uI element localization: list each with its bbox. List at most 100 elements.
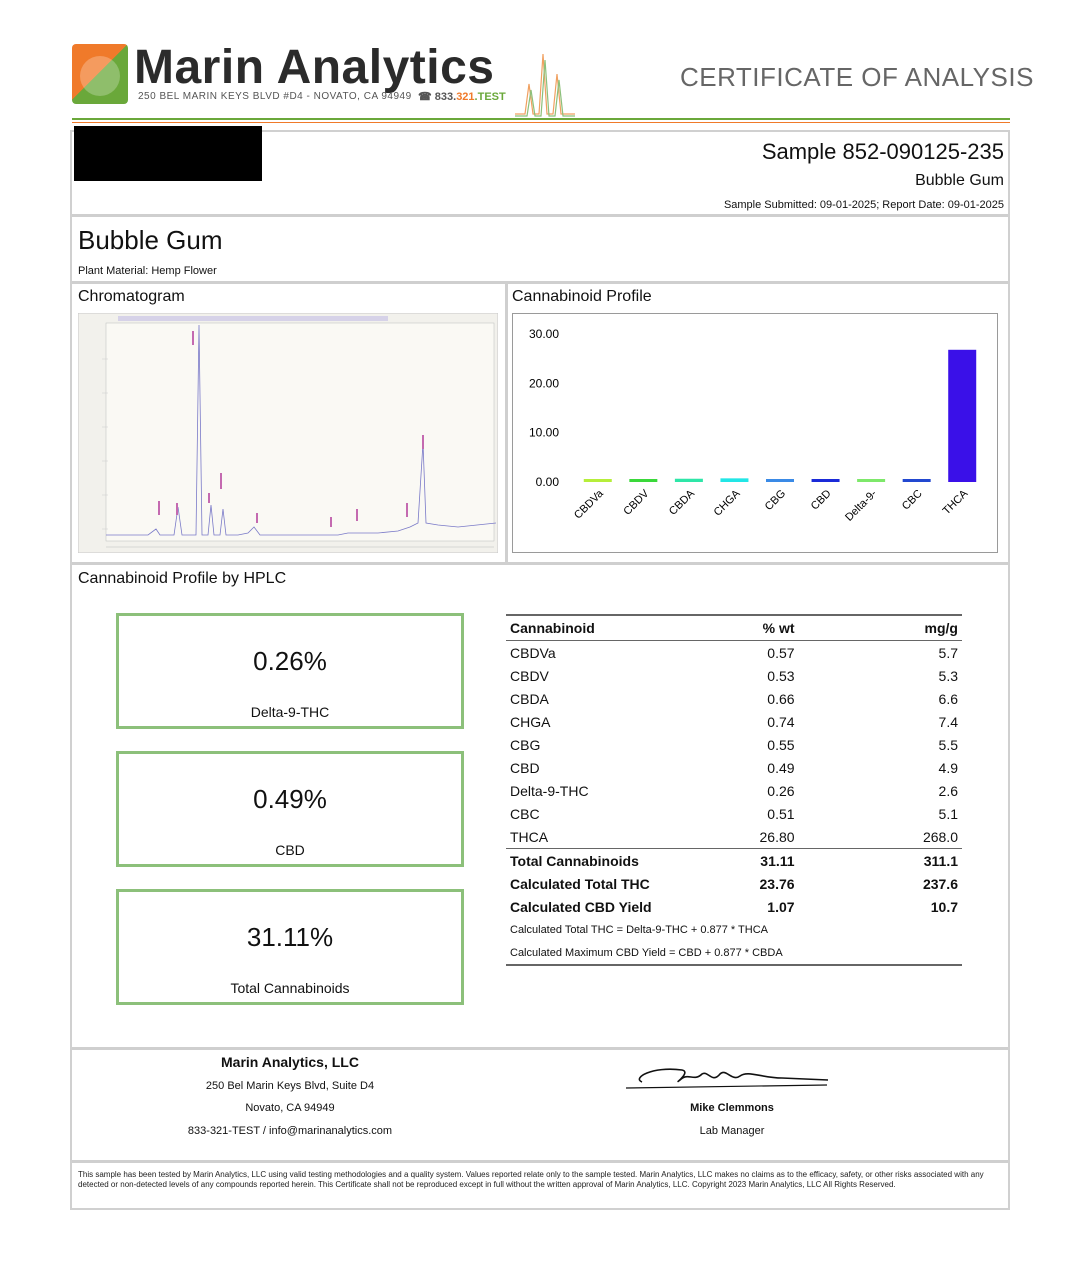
summary-box-delta9: 0.26% Delta-9-THC — [116, 613, 464, 729]
bar-thca — [948, 349, 977, 482]
cell-pct: 0.49 — [767, 759, 795, 776]
cell-mgg: 10.7 — [930, 898, 958, 915]
formula-note: Calculated Total THC = Delta-9-THC + 0.8… — [510, 923, 769, 936]
cell-pct: 0.57 — [767, 644, 795, 661]
table-row: THCA 26.80 268.0 — [506, 825, 962, 849]
hplc-title: Cannabinoid Profile by HPLC — [78, 570, 287, 587]
cell-mgg: 5.7 — [938, 644, 958, 661]
phone-icon: ☎ — [418, 91, 435, 103]
molecule-icon — [80, 56, 120, 96]
summary-value: 0.49% — [253, 784, 327, 814]
signer-title: Lab Manager — [699, 1125, 765, 1137]
divider — [72, 1160, 1008, 1163]
bar-cbc — [902, 479, 931, 482]
col-header-cannabinoid: Cannabinoid — [506, 614, 706, 641]
cell-mgg: 268.0 — [922, 828, 958, 845]
cell-mgg: 7.4 — [938, 713, 958, 730]
brand-name: Marin Analytics — [134, 41, 495, 94]
bar-cbg — [766, 479, 794, 482]
cell-pct: 1.07 — [767, 898, 795, 915]
cell-mgg: 5.3 — [938, 667, 958, 684]
results-table: Cannabinoid % wt mg/g CBDVa 0.57 5.7 CBDV 0… — [506, 614, 962, 966]
cell-name: CBC — [510, 805, 540, 822]
x-tick-label: CBG — [763, 488, 788, 513]
bar-cbdva — [583, 479, 612, 482]
cell-name: CBDV — [510, 667, 549, 684]
cell-mgg: 5.1 — [938, 805, 958, 822]
table-row: Delta-9-THC 0.26 2.6 — [506, 779, 962, 802]
cell-name: CBDVa — [510, 644, 556, 661]
table-row: CBD 0.49 4.9 — [506, 756, 962, 779]
chromatogram-title: Chromatogram — [78, 288, 185, 305]
x-tick-label: CBC — [900, 488, 925, 513]
summary-label: Total Cannabinoids — [230, 980, 350, 996]
table-row: CBG 0.55 5.5 — [506, 733, 962, 756]
divider — [72, 214, 1008, 217]
bar-cbd — [811, 479, 840, 482]
header-address: 250 BEL MARIN KEYS BLVD #D4 - NOVATO, CA… — [138, 91, 412, 102]
formula-note: Calculated Maximum CBD Yield = CBD + 0.8… — [506, 941, 962, 966]
y-tick-label: 30.00 — [529, 327, 559, 341]
x-tick-label: CHGA — [712, 487, 743, 518]
bar-chga — [720, 478, 749, 482]
cell-name: CBD — [510, 759, 540, 776]
signature-image — [625, 1068, 829, 1089]
divider — [72, 562, 1008, 565]
cell-name: CHGA — [510, 713, 551, 730]
summary-value: 31.11% — [246, 922, 334, 952]
peak-logo-graphic — [515, 53, 575, 117]
summary-label: CBD — [275, 842, 305, 858]
sample-id: Sample 852-090125-235 — [761, 139, 1004, 164]
cell-name: Calculated Total THC — [510, 875, 650, 892]
x-tick-label: Delta-9- — [843, 487, 879, 523]
table-row: CHGA 0.74 7.4 — [506, 710, 962, 733]
footer-contact: 833-321-TEST / info@marinanalytics.com — [187, 1125, 393, 1137]
divider — [72, 1047, 1008, 1050]
cell-mgg: 237.6 — [922, 875, 958, 892]
y-tick-label: 0.00 — [536, 475, 560, 489]
x-tick-label: THCA — [941, 487, 971, 517]
cell-pct: 0.74 — [767, 713, 795, 730]
cell-pct: 0.55 — [767, 736, 795, 753]
cell-pct: 31.11 — [705, 848, 905, 872]
table-row: CBDVa 0.57 5.7 — [506, 641, 962, 665]
header-rule-green — [72, 118, 1010, 120]
document-type: CERTIFICATE OF ANALYSIS — [680, 62, 1034, 92]
bar-delta-9 — [857, 479, 886, 482]
cell-pct: 0.51 — [767, 805, 795, 822]
cell-mgg: 4.9 — [938, 759, 958, 776]
cell-name: CBDA — [510, 690, 549, 707]
cell-mgg: 6.6 — [938, 690, 958, 707]
bar-chart-svg: 30.00 20.00 10.00 0.00 CBDVa CBDV CBDA CHGA CBG C… — [529, 327, 977, 524]
table-row: CBC 0.51 5.1 — [506, 802, 962, 825]
cell-mgg: 2.6 — [938, 782, 958, 799]
divider — [505, 281, 508, 563]
bar-cbda — [674, 478, 703, 482]
x-tick-label: CBDVa — [572, 487, 606, 521]
table-header-row: Cannabinoid % wt mg/g — [506, 614, 962, 641]
cell-name: THCA — [510, 828, 549, 845]
cell-pct: 0.53 — [767, 667, 795, 684]
cell-mgg: 5.5 — [938, 736, 958, 753]
header-phone: ☎ 833.321.TEST — [418, 91, 506, 103]
divider — [72, 281, 1008, 284]
header-rule-orange — [72, 122, 1010, 123]
table-row: CBDV 0.53 5.3 — [506, 664, 962, 687]
cell-name: CBG — [510, 736, 541, 753]
summary-box-cbd: 0.49% CBD — [116, 751, 464, 867]
table-row: CBDA 0.66 6.6 — [506, 687, 962, 710]
col-header-pct: % wt — [705, 614, 905, 641]
sample-name: Bubble Gum — [915, 172, 1004, 189]
footer-street: 250 Bel Marin Keys Blvd, Suite D4 — [205, 1080, 375, 1092]
x-tick-label: CBDA — [667, 487, 698, 518]
y-tick-label: 20.00 — [529, 376, 559, 390]
cell-pct: 0.66 — [767, 690, 795, 707]
cell-pct: 26.80 — [759, 828, 795, 845]
total-row: Calculated CBD Yield 1.07 10.7 — [506, 895, 962, 918]
cell-name: Total Cannabinoids — [506, 848, 706, 872]
profile-title: Cannabinoid Profile — [512, 288, 652, 305]
bar-cbdv — [629, 479, 658, 482]
sample-dates: Sample Submitted: 09-01-2025; Report Dat… — [723, 199, 1004, 211]
summary-box-total: 31.11% Total Cannabinoids — [116, 889, 464, 1005]
col-header-mgg: mg/g — [904, 614, 962, 641]
